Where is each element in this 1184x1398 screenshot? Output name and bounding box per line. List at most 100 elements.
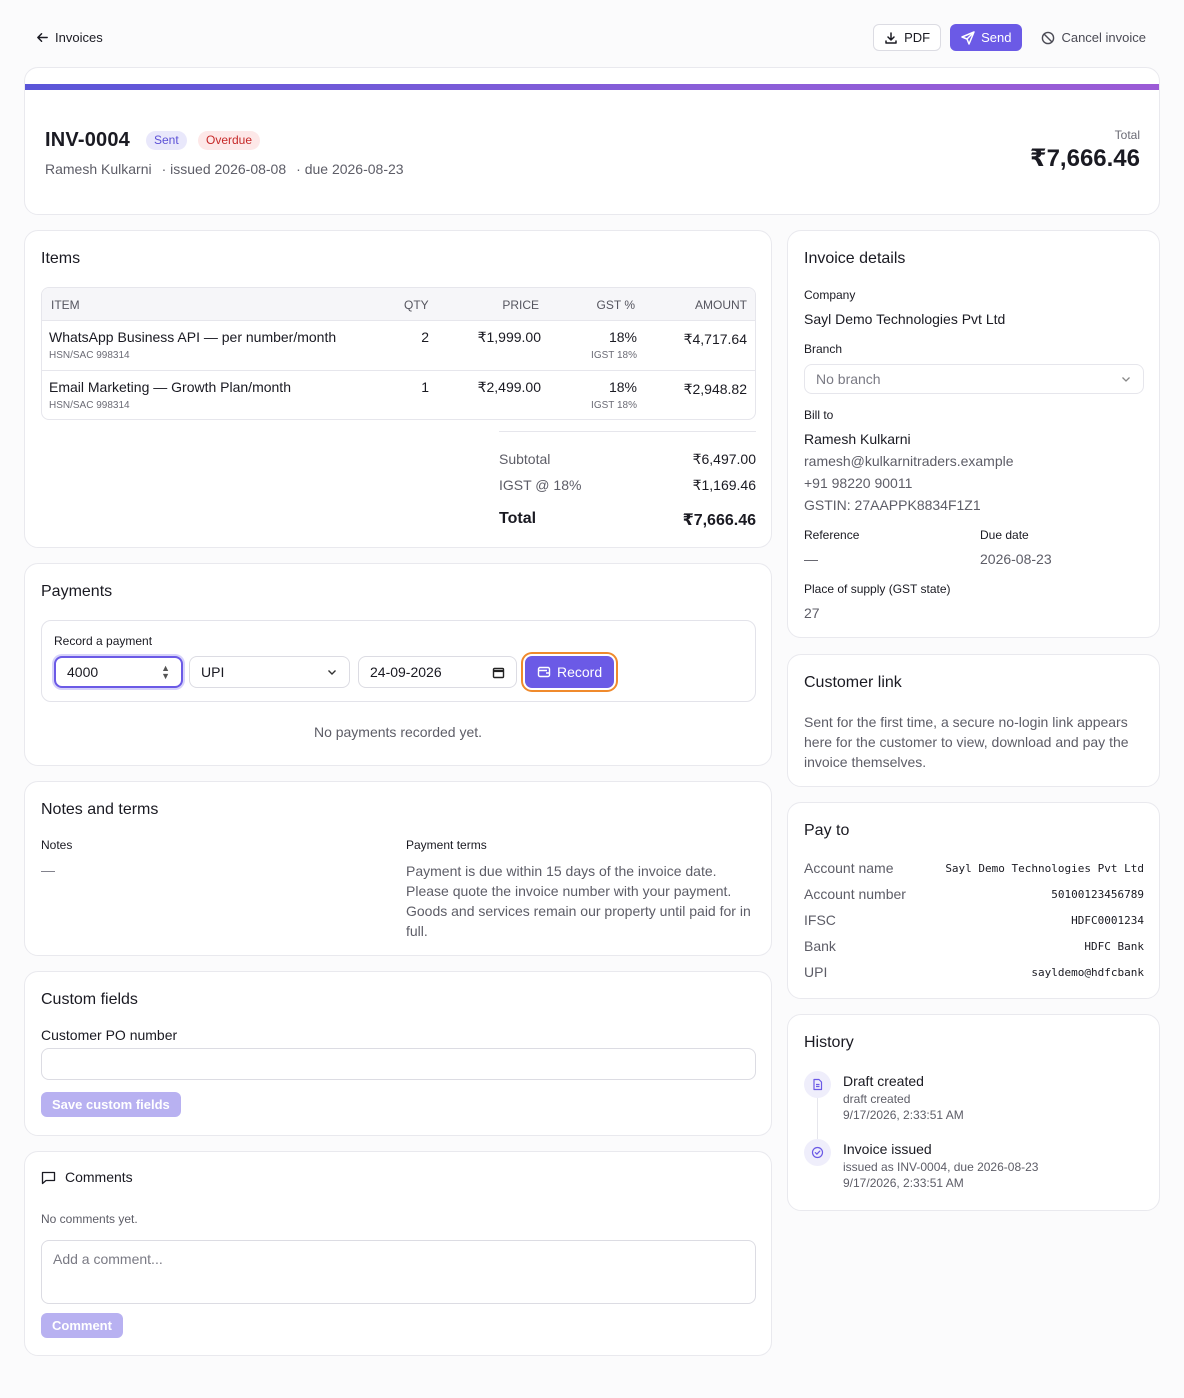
payment-terms-label: Payment terms — [406, 838, 487, 852]
payments-title: Payments — [41, 583, 113, 600]
comment-placeholder: Add a comment... — [53, 1251, 163, 1267]
pay-to-label: Bank — [804, 938, 836, 954]
pdf-button[interactable]: PDF — [873, 24, 942, 51]
item-hsn: HSN/SAC 998314 — [49, 400, 130, 411]
pay-to-value: HDFC Bank — [1084, 940, 1144, 953]
history-event-dot — [804, 1139, 831, 1166]
record-payment-form: Record a payment 4000 ▲ ▼ UPI 24-09-2026 … — [41, 620, 756, 702]
payments-card: Payments Record a payment 4000 ▲ ▼ UPI 24… — [24, 563, 772, 766]
pay-to-value: 50100123456789 — [1051, 888, 1144, 901]
item-name: WhatsApp Business API — per number/month — [49, 329, 337, 345]
pay-to-row: UPI sayldemo@hdfcbank — [804, 964, 1144, 980]
pay-to-label: Account number — [804, 886, 906, 902]
accent-gradient-bar — [25, 84, 1159, 90]
item-qty: 1 — [421, 379, 429, 395]
invoice-header-card: INV-0004 Sent Overdue Ramesh Kulkarni · … — [24, 67, 1160, 215]
pay-to-label: Account name — [804, 860, 894, 876]
tax-value: ₹1,169.46 — [692, 477, 756, 493]
file-icon — [813, 1078, 823, 1091]
company-name: Sayl Demo Technologies Pvt Ltd — [804, 311, 1006, 327]
save-custom-fields-button[interactable]: Save custom fields — [41, 1092, 181, 1117]
branch-label: Branch — [804, 342, 843, 356]
po-number-input[interactable] — [41, 1048, 756, 1080]
place-of-supply-label: Place of supply (GST state) — [804, 582, 951, 596]
col-qty: QTY — [404, 298, 429, 312]
customer-link-text: Sent for the first time, a secure no-log… — [804, 714, 1129, 770]
payment-date-value: 24-09-2026 — [370, 664, 442, 680]
grand-total-row: Total ₹7,666.46 — [499, 510, 756, 529]
payment-date-input[interactable]: 24-09-2026 — [358, 656, 517, 688]
payment-amount-value: 4000 — [67, 664, 99, 680]
customer-link-card: Customer link Sent for the first time, a… — [787, 654, 1160, 787]
status-badge-sent: Sent — [146, 131, 187, 150]
send-button[interactable]: Send — [950, 24, 1023, 51]
items-table: ITEM QTY PRICE GST % AMOUNT WhatsApp Bus… — [41, 287, 756, 420]
pay-to-value: HDFC0001234 — [1071, 914, 1144, 927]
comment-button[interactable]: Comment — [41, 1313, 123, 1338]
pay-to-row: Bank HDFC Bank — [804, 938, 1144, 954]
cancel-label: Cancel invoice — [1061, 30, 1146, 45]
download-icon — [885, 31, 897, 44]
item-price: ₹1,999.00 — [477, 329, 541, 345]
item-hsn: HSN/SAC 998314 — [49, 350, 130, 361]
history-event-dot — [804, 1071, 831, 1098]
payment-method-value: UPI — [201, 664, 225, 680]
cancel-invoice-button[interactable]: Cancel invoice — [1031, 24, 1148, 51]
due-date-label: Due date — [980, 528, 1029, 542]
branch-select[interactable]: No branch — [804, 364, 1144, 394]
comment-textarea[interactable]: Add a comment... — [41, 1240, 756, 1304]
item-amount: ₹4,717.64 — [683, 331, 747, 347]
col-price: PRICE — [502, 298, 539, 312]
table-row: WhatsApp Business API — per number/month… — [42, 321, 755, 370]
notes-label: Notes — [41, 838, 73, 852]
col-item: ITEM — [51, 298, 80, 312]
invoice-details-title: Invoice details — [804, 250, 906, 267]
stepper-arrows-icon[interactable]: ▲ ▼ — [161, 664, 170, 681]
pay-to-label: IFSC — [804, 912, 836, 928]
ban-icon — [1042, 31, 1055, 44]
col-amount: AMOUNT — [695, 298, 747, 312]
place-of-supply-value: 27 — [804, 605, 820, 621]
check-circle-icon — [811, 1146, 824, 1159]
history-card: History Draft created draft created 9/17… — [787, 1014, 1160, 1211]
subtotal-label: Subtotal — [499, 451, 551, 467]
due-date-value: 2026-08-23 — [980, 551, 1052, 567]
item-gst-sub: IGST 18% — [591, 350, 637, 361]
comments-title: Comments — [65, 1169, 133, 1185]
item-price: ₹2,499.00 — [477, 379, 541, 395]
payment-amount-input[interactable]: 4000 ▲ ▼ — [54, 656, 183, 688]
items-card: Items ITEM QTY PRICE GST % AMOUNT WhatsA… — [24, 230, 772, 548]
totals-summary: Subtotal ₹6,497.00 IGST @ 18% ₹1,169.46 … — [499, 431, 756, 529]
back-to-invoices-link[interactable]: Invoices — [36, 30, 103, 45]
pay-to-row: IFSC HDFC0001234 — [804, 912, 1144, 928]
record-label: Record — [557, 664, 603, 680]
comments-card: Comments No comments yet. Add a comment.… — [24, 1151, 772, 1356]
payment-method-select[interactable]: UPI — [189, 656, 350, 688]
table-row: Email Marketing — Growth Plan/month HSN/… — [42, 370, 755, 419]
history-event-title: Draft created — [843, 1073, 924, 1089]
bill-to-gstin: GSTIN: 27AAPPK8834F1Z1 — [804, 497, 981, 513]
table-header: ITEM QTY PRICE GST % AMOUNT — [42, 288, 755, 321]
grand-total-value: ₹7,666.46 — [682, 512, 756, 529]
send-label: Send — [981, 30, 1012, 45]
history-event-time: 9/17/2026, 2:33:51 AM — [843, 1108, 964, 1122]
branch-value: No branch — [816, 371, 881, 387]
top-bar: Invoices PDF Send Cancel invoice — [24, 24, 1160, 52]
pay-to-card: Pay to Account name Sayl Demo Technologi… — [787, 802, 1160, 999]
reference-label: Reference — [804, 528, 860, 542]
issued-date: · issued 2026-08-08 — [161, 161, 287, 177]
history-event-sub: issued as INV-0004, due 2026-08-23 — [843, 1160, 1039, 1174]
item-name: Email Marketing — Growth Plan/month — [49, 379, 291, 395]
total-label: Total — [1114, 128, 1140, 142]
payment-terms-text: Payment is due within 15 days of the inv… — [406, 863, 751, 939]
bill-to-phone: +91 98220 90011 — [804, 475, 913, 491]
no-comments-message: No comments yet. — [41, 1212, 138, 1226]
record-payment-button[interactable]: Record — [525, 656, 615, 688]
pay-to-label: UPI — [804, 964, 828, 980]
calendar-icon[interactable] — [492, 666, 505, 679]
status-badge-overdue: Overdue — [198, 131, 261, 150]
history-event-time: 9/17/2026, 2:33:51 AM — [843, 1176, 964, 1190]
comments-header: Comments — [41, 1169, 133, 1185]
reference-value: — — [804, 551, 818, 567]
item-gst: 18% — [608, 379, 637, 395]
